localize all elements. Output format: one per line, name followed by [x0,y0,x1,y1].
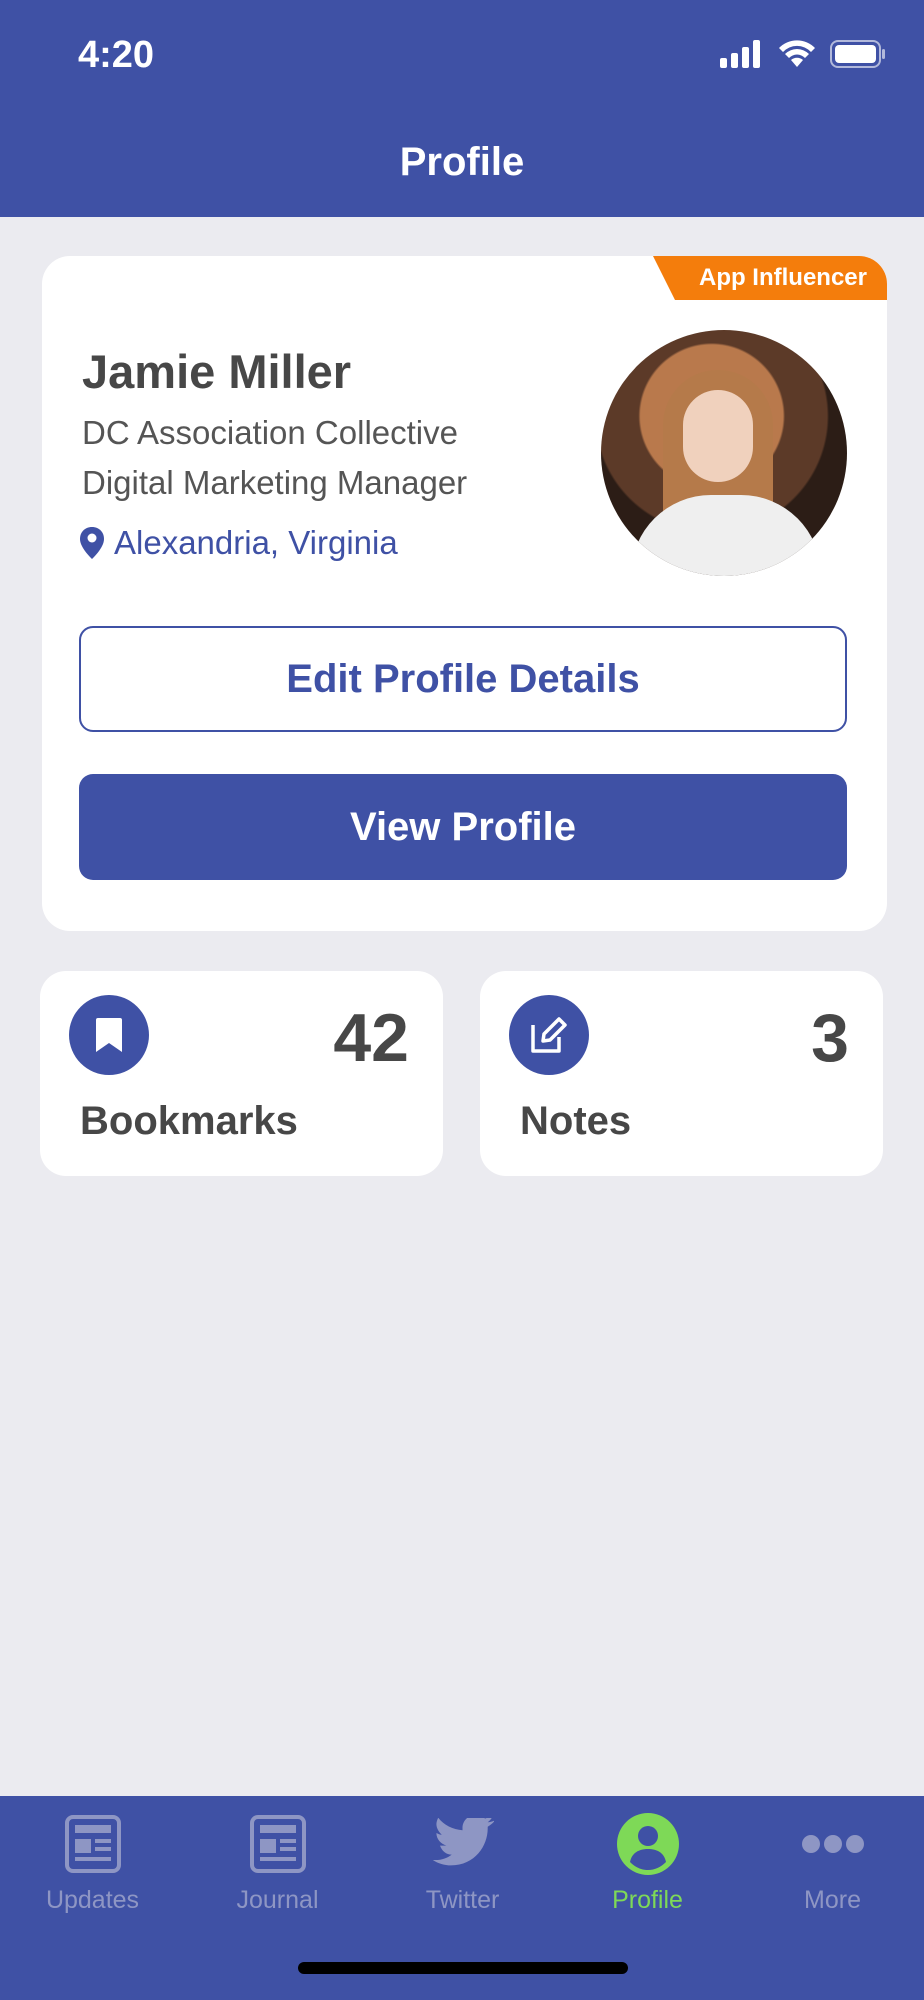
profile-name: Jamie Miller [82,345,352,398]
view-profile-button[interactable]: View Profile [79,774,847,880]
profile-role: Digital Marketing Manager [82,464,468,501]
bookmarks-card[interactable]: 42 Bookmarks [40,971,443,1176]
tab-label: Journal [236,1886,319,1914]
user-circle-icon [616,1813,679,1875]
wifi-icon [779,40,815,67]
status-time: 4:20 [78,34,155,76]
profile-location: Alexandria, Virginia [80,524,398,562]
notes-count: 3 [811,1000,849,1076]
twitter-bird-icon [432,1818,494,1866]
map-pin-icon [80,527,104,559]
notes-label: Notes [520,1099,632,1143]
newspaper-icon [249,1815,306,1873]
app-header: 4:20 Profile [0,0,924,217]
home-indicator [298,1962,628,1974]
profile-card: App Influencer Jamie Miller DC Associati… [42,256,887,931]
bookmarks-count: 42 [333,1000,409,1076]
page-title: Profile [399,140,525,184]
notes-card[interactable]: 3 Notes [480,971,883,1176]
edit-note-icon [509,995,589,1075]
tab-label: Profile [612,1886,683,1914]
influencer-badge: App Influencer [653,256,887,300]
profile-organization: DC Association Collective [82,414,458,451]
signal-icon [720,40,760,68]
avatar [601,330,847,576]
tab-twitter[interactable]: Twitter [370,1796,555,1936]
ellipsis-icon [801,1835,864,1853]
status-icons [720,40,886,68]
newspaper-icon [64,1815,121,1873]
tab-updates[interactable]: Updates [0,1796,185,1936]
tab-journal[interactable]: Journal [185,1796,370,1936]
tab-more[interactable]: More [740,1796,924,1936]
edit-profile-button[interactable]: Edit Profile Details [79,626,847,732]
tab-label: Updates [45,1886,140,1914]
bookmarks-label: Bookmarks [80,1099,298,1143]
bookmark-icon [69,995,149,1075]
tab-label: Twitter [425,1886,500,1914]
tab-label: More [804,1886,861,1914]
tab-profile[interactable]: Profile [555,1796,740,1936]
battery-icon [830,40,885,68]
location-label: Alexandria, Virginia [114,524,398,561]
